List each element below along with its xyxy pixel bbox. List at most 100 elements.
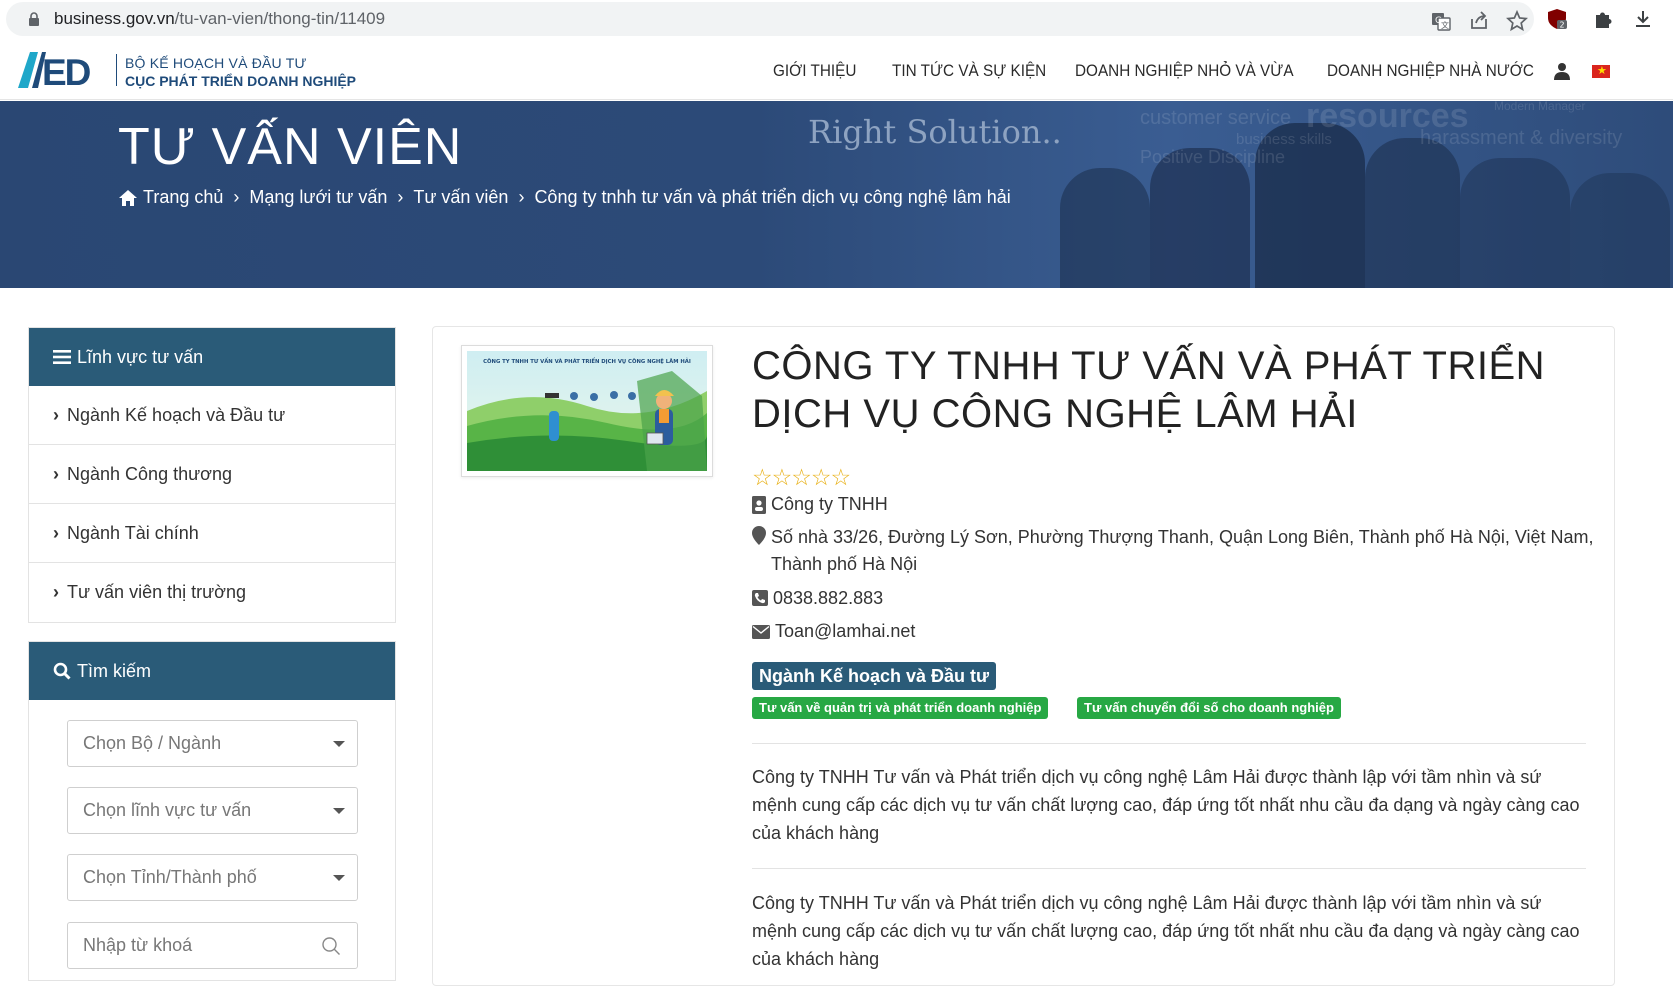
banner-bg-word: customer service <box>1140 107 1292 129</box>
fields-panel-header: Lĩnh vực tư vấn <box>29 328 395 386</box>
company-address: Số nhà 33/26, Đường Lý Sơn, Phường Thượn… <box>771 527 1594 574</box>
ministry-select-value: Chọn Bộ / Ngành <box>83 733 222 753</box>
extensions-puzzle-icon[interactable] <box>1592 8 1614 30</box>
field-item-tai-chinh[interactable]: › Ngành Tài chính <box>29 504 395 563</box>
company-banner-image: CÔNG TY TNHH TƯ VẤN VÀ PHÁT TRIỂN DỊCH V… <box>467 351 707 471</box>
bookmark-star-icon[interactable] <box>1506 10 1528 32</box>
field-item-cong-thuong[interactable]: › Ngành Công thương <box>29 445 395 504</box>
page-banner: customer service resources business skil… <box>0 101 1673 288</box>
keyword-placeholder: Nhập từ khoá <box>83 935 193 955</box>
banner-bg-word: Positive Discipline <box>1140 147 1286 167</box>
search-icon[interactable] <box>321 936 341 956</box>
chevron-right-icon: › <box>53 463 59 484</box>
keyword-input[interactable]: Nhập từ khoá <box>67 922 358 969</box>
download-icon[interactable] <box>1632 8 1654 30</box>
breadcrumb-network[interactable]: Mạng lưới tư vấn <box>249 187 387 208</box>
breadcrumb-consultants[interactable]: Tư vấn viên <box>413 187 508 208</box>
url-path: /tu-van-vien/thong-tin/11409 <box>174 9 386 28</box>
company-email-row: Toan@lamhai.net <box>752 621 915 642</box>
nav-dn-nho-va-vua[interactable]: DOANH NGHIỆP NHỎ VÀ VỪA <box>1075 61 1294 81</box>
vietnam-flag-icon[interactable]: ★ <box>1592 65 1610 78</box>
company-email[interactable]: Toan@lamhai.net <box>775 621 915 642</box>
search-panel: Tìm kiếm Chọn Bộ / Ngành Chọn lĩnh vực t… <box>28 641 396 981</box>
divider <box>752 868 1586 869</box>
user-icon[interactable] <box>1553 62 1571 80</box>
company-address-row: Số nhà 33/26, Đường Lý Sơn, Phường Thượn… <box>752 524 1611 578</box>
lock-icon[interactable] <box>28 12 40 26</box>
chevron-right-icon: › <box>53 522 59 543</box>
banner-silhouette <box>1150 148 1250 288</box>
field-item-ke-hoach-dau-tu[interactable]: › Ngành Kế hoạch và Đầu tư <box>29 386 395 445</box>
province-select-value: Chọn Tỉnh/Thành phố <box>83 867 257 887</box>
menu-icon <box>53 350 71 364</box>
browser-toolbar: business.gov.vn/tu-van-vien/thong-tin/11… <box>0 0 1673 40</box>
banner-silhouette <box>1365 138 1460 288</box>
aed-logo[interactable]: ED <box>18 52 110 88</box>
dropdown-caret-icon <box>333 808 345 814</box>
dropdown-caret-icon <box>333 741 345 747</box>
nav-dn-nha-nuoc[interactable]: DOANH NGHIỆP NHÀ NƯỚC <box>1327 61 1534 81</box>
company-description: Công ty TNHH Tư vấn và Phát triển dịch v… <box>752 767 1580 843</box>
svg-text:2: 2 <box>1560 21 1565 30</box>
banner-silhouette <box>1570 173 1670 288</box>
breadcrumb-separator: › <box>397 187 404 207</box>
company-description: Công ty TNHH Tư vấn và Phát triển dịch v… <box>752 893 1580 969</box>
province-select[interactable]: Chọn Tỉnh/Thành phố <box>67 854 358 901</box>
fields-panel-title: Lĩnh vực tư vấn <box>77 346 204 367</box>
thumbnail-caption: CÔNG TY TNHH TƯ VẤN VÀ PHÁT TRIỂN DỊCH V… <box>483 357 691 365</box>
phone-icon <box>752 590 768 606</box>
address-bar[interactable]: business.gov.vn/tu-van-vien/thong-tin/11… <box>6 2 1534 36</box>
banner-silhouette <box>1060 168 1150 288</box>
chevron-right-icon: › <box>53 404 59 425</box>
chevron-right-icon: › <box>53 582 59 602</box>
sector-tag[interactable]: Ngành Kế hoạch và Đầu tư <box>752 662 997 690</box>
field-item-thi-truong[interactable]: › Tư vấn viên thị trường <box>29 563 395 622</box>
share-icon[interactable] <box>1468 10 1490 32</box>
field-item-label: Tư vấn viên thị trường <box>67 582 246 602</box>
breadcrumb-home[interactable]: Trang chủ <box>143 187 223 208</box>
ministry-select[interactable]: Chọn Bộ / Ngành <box>67 720 358 767</box>
banner-bg-word: Modern Manager <box>1494 101 1586 113</box>
banner-bg-word: business skills <box>1236 131 1332 148</box>
search-panel-title: Tìm kiếm <box>77 660 151 681</box>
rating-stars[interactable]: ☆☆☆☆☆ <box>752 464 851 491</box>
search-icon <box>53 662 71 680</box>
fields-panel: Lĩnh vực tư vấn › Ngành Kế hoạch và Đầu … <box>28 327 396 623</box>
search-panel-header: Tìm kiếm <box>29 642 395 700</box>
field-item-label: Ngành Công thương <box>67 463 232 484</box>
service-tag[interactable]: Tư vấn chuyển đổi số cho doanh nghiệp <box>1077 697 1341 719</box>
banner-bg-word: harassment & diversity <box>1420 127 1623 149</box>
logo-ministry-text: BỘ KẾ HOẠCH VÀ ĐẦU TƯ <box>125 55 307 71</box>
map-marker-icon <box>752 526 766 545</box>
logo-agency-text: CỤC PHÁT TRIỂN DOANH NGHIỆP <box>125 73 357 89</box>
field-item-label: Ngành Kế hoạch và Đầu tư <box>67 404 286 425</box>
url-text[interactable]: business.gov.vn/tu-van-vien/thong-tin/11… <box>54 9 385 29</box>
company-type-row: Công ty TNHH <box>752 494 888 515</box>
banner-silhouette <box>1460 158 1570 288</box>
field-select-value: Chọn lĩnh vực tư vấn <box>83 800 252 820</box>
breadcrumb-separator: › <box>518 187 525 207</box>
nav-gioi-thieu[interactable]: GIỚI THIỆU <box>773 61 856 81</box>
site-header: ED BỘ KẾ HOẠCH VÀ ĐẦU TƯ CỤC PHÁT TRIỂN … <box>0 40 1673 100</box>
company-phone[interactable]: 0838.882.883 <box>773 588 883 609</box>
banner-tagline: Right Solution.. <box>808 113 1062 151</box>
svg-text:文: 文 <box>1441 20 1449 30</box>
breadcrumb: Trang chủ › Mạng lưới tư vấn › Tư vấn vi… <box>118 187 1011 208</box>
field-item-label: Ngành Tài chính <box>67 522 199 543</box>
nav-tin-tuc[interactable]: TIN TỨC VÀ SỰ KIỆN <box>892 61 1046 81</box>
url-host: business.gov.vn <box>54 9 175 28</box>
service-tag[interactable]: Tư vấn về quản trị và phát triển doanh n… <box>752 697 1049 719</box>
envelope-icon <box>752 625 770 639</box>
dropdown-caret-icon <box>333 875 345 881</box>
id-card-icon <box>752 496 766 514</box>
divider <box>752 743 1586 744</box>
company-thumbnail[interactable]: CÔNG TY TNHH TƯ VẤN VÀ PHÁT TRIỂN DỊCH V… <box>461 345 713 477</box>
translate-icon[interactable]: G 文 <box>1430 10 1452 32</box>
home-icon[interactable] <box>118 189 138 207</box>
svg-text:ED: ED <box>42 52 91 88</box>
page-title: TƯ VẤN VIÊN <box>118 118 463 176</box>
company-type: Công ty TNHH <box>771 494 888 514</box>
field-select[interactable]: Chọn lĩnh vực tư vấn <box>67 787 358 834</box>
company-name: CÔNG TY TNHH TƯ VẤN VÀ PHÁT TRIỂN DỊCH V… <box>752 344 1546 436</box>
ublock-extension-icon[interactable]: 2 <box>1546 8 1568 30</box>
